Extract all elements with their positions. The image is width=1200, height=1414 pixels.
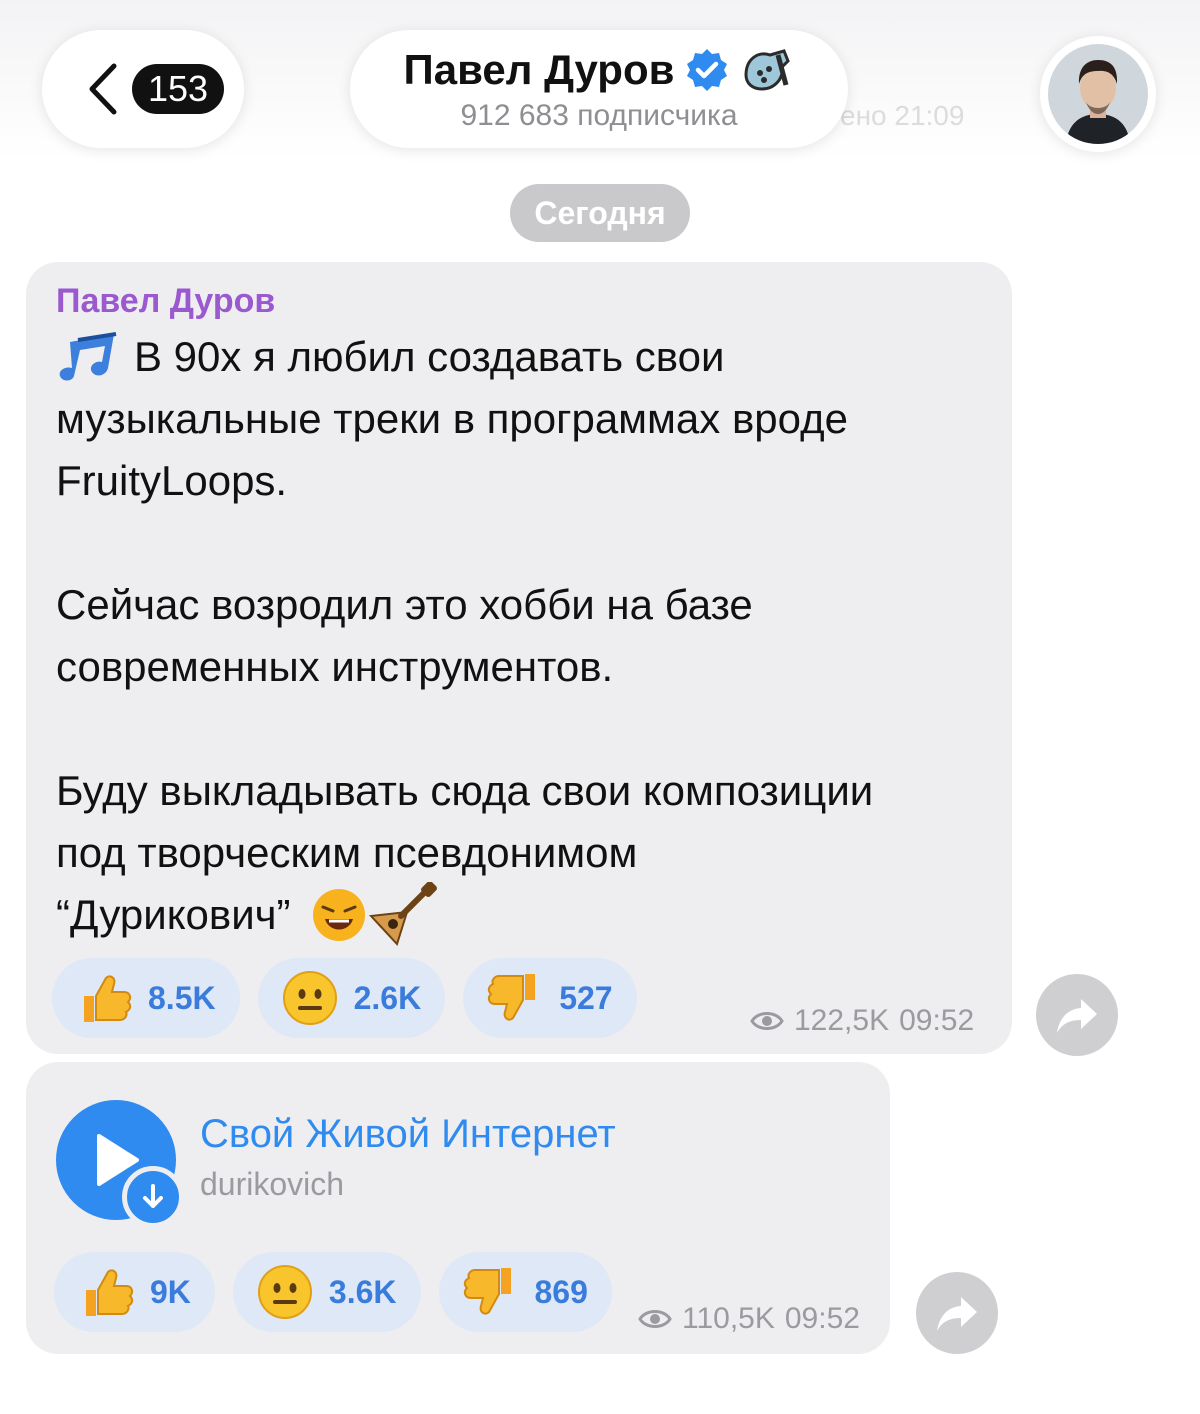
download-icon bbox=[143, 1184, 163, 1208]
audio-message-bubble[interactable]: Свой Живой Интернет durikovich 9K 3.6K 8… bbox=[26, 1062, 890, 1354]
channel-avatar-button[interactable] bbox=[1040, 36, 1156, 152]
share-arrow-icon bbox=[1057, 999, 1097, 1033]
message-line: музыкальные треки в программах вроде bbox=[56, 395, 848, 442]
thumbs-up-icon bbox=[84, 975, 132, 1022]
message-line: FruityLoops. bbox=[56, 457, 288, 504]
message-text: В 90х я любил создавать свои музыкальные… bbox=[56, 326, 996, 946]
message-line: под творческим псевдонимом bbox=[56, 829, 638, 876]
message-line: “Дурикович” bbox=[56, 891, 291, 938]
thumbs-down-icon bbox=[463, 1268, 511, 1315]
reactions-bar: 9K 3.6K 869 bbox=[54, 1252, 612, 1332]
reactions-bar: 8.5K 2.6K 527 bbox=[52, 958, 637, 1038]
message-line: Сейчас возродил это хобби на базе bbox=[56, 581, 753, 628]
reaction-thumbs-up[interactable]: 8.5K bbox=[52, 958, 240, 1038]
neutral-face-icon bbox=[257, 1265, 312, 1319]
unread-count-badge: 153 bbox=[132, 64, 225, 114]
message-bubble[interactable]: Павел Дуров В 90х я любил создавать свои… bbox=[26, 262, 1012, 1054]
view-count: 122,5K bbox=[794, 1004, 890, 1037]
music-notes-icon bbox=[59, 332, 117, 381]
track-artist: durikovich bbox=[200, 1166, 345, 1202]
share-button[interactable] bbox=[916, 1272, 998, 1354]
message-line-empty bbox=[56, 698, 996, 760]
message-author: Павел Дуров bbox=[56, 282, 276, 320]
reaction-count: 3.6K bbox=[328, 1273, 397, 1310]
reaction-count: 9K bbox=[150, 1273, 191, 1310]
reaction-count: 869 bbox=[534, 1273, 588, 1310]
background-text: ено 21:09 bbox=[840, 100, 965, 131]
reaction-count: 8.5K bbox=[148, 979, 216, 1016]
message-line: современных инструментов. bbox=[56, 643, 614, 690]
message-line: Буду выкладывать сюда свои композиции bbox=[56, 767, 874, 814]
share-button[interactable] bbox=[1036, 974, 1118, 1056]
track-title: Свой Живой Интернет bbox=[200, 1112, 616, 1156]
back-button[interactable]: 153 bbox=[42, 30, 244, 148]
date-separator: Сегодня bbox=[510, 184, 690, 242]
reaction-count: 2.6K bbox=[353, 979, 422, 1016]
reaction-neutral[interactable]: 2.6K bbox=[257, 958, 446, 1038]
emoji-status-icon bbox=[744, 49, 791, 91]
eye-icon bbox=[750, 1012, 784, 1030]
eye-icon bbox=[638, 1310, 672, 1328]
channel-header[interactable]: Павел Дуров 912 683 подписчика bbox=[350, 30, 848, 148]
verified-icon bbox=[687, 49, 728, 91]
message-line: В 90х я любил создавать свои bbox=[134, 333, 725, 380]
thumbs-down-icon bbox=[488, 974, 536, 1021]
message-meta: 110,5K 09:52 bbox=[638, 1302, 860, 1336]
neutral-face-icon bbox=[282, 971, 337, 1025]
laughing-face-icon bbox=[312, 889, 365, 941]
reaction-thumbs-up[interactable]: 9K bbox=[54, 1252, 215, 1332]
message-time: 09:52 bbox=[784, 1302, 860, 1335]
reaction-count: 527 bbox=[559, 979, 613, 1016]
subscriber-count: 912 683 подписчика bbox=[460, 99, 738, 132]
avatar bbox=[1048, 44, 1148, 144]
share-arrow-icon bbox=[937, 1297, 977, 1331]
message-meta: 122,5K 09:52 bbox=[750, 1004, 974, 1038]
thumbs-up-icon bbox=[86, 1269, 134, 1316]
reaction-neutral[interactable]: 3.6K bbox=[232, 1252, 421, 1332]
balalaika-icon bbox=[368, 882, 437, 946]
message-line-empty bbox=[56, 512, 996, 574]
download-button[interactable] bbox=[122, 1166, 184, 1228]
message-time: 09:52 bbox=[899, 1004, 975, 1037]
reaction-thumbs-down[interactable]: 869 bbox=[438, 1252, 612, 1332]
view-count: 110,5K bbox=[682, 1302, 775, 1335]
chevron-left-icon bbox=[89, 63, 117, 115]
channel-title: Павел Дуров bbox=[403, 46, 675, 93]
reaction-thumbs-down[interactable]: 527 bbox=[463, 958, 637, 1038]
